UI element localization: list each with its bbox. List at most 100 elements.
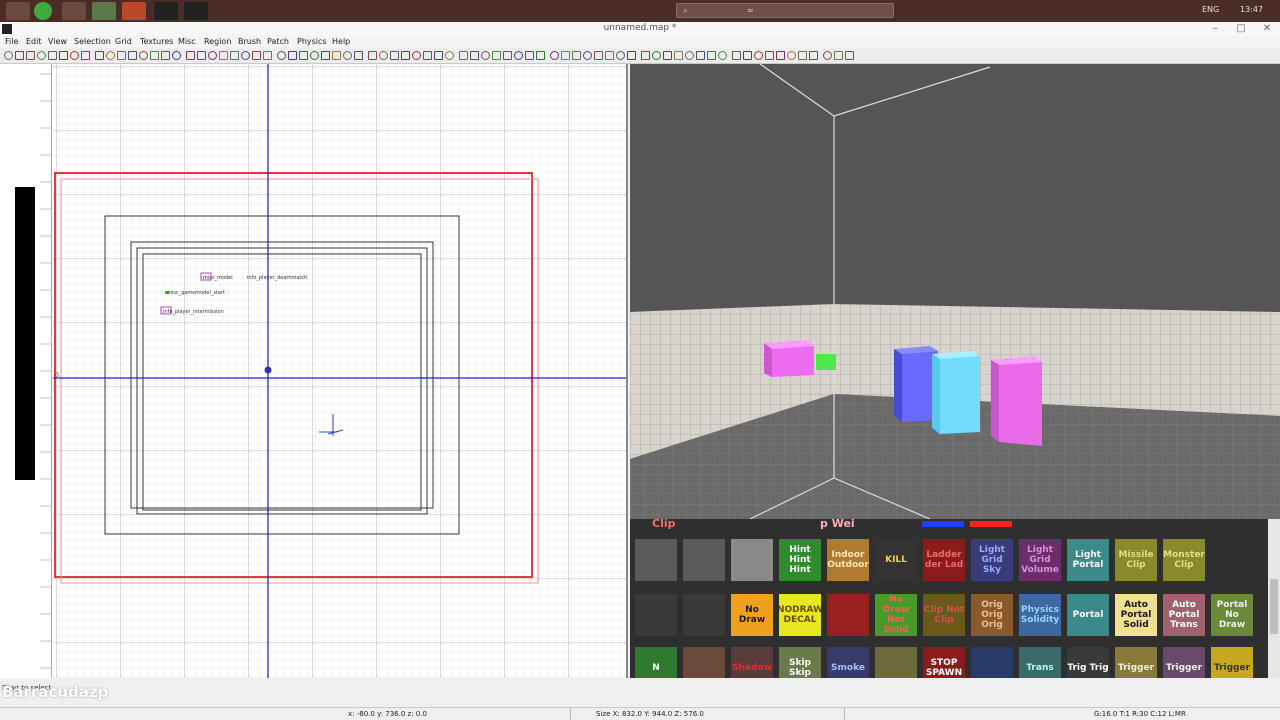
toolbar-tool-icon[interactable] xyxy=(277,51,286,60)
texture-tile[interactable] xyxy=(875,647,917,678)
texture-tile[interactable] xyxy=(683,539,725,581)
toolbar-tool-icon[interactable] xyxy=(696,51,705,60)
toolbar-tool-icon[interactable] xyxy=(401,51,410,60)
texture-tile[interactable]: Auto Portal Solid xyxy=(1115,594,1157,636)
app-icon-editor-2[interactable] xyxy=(184,2,208,20)
toolbar-tool-icon[interactable] xyxy=(161,51,170,60)
toolbar-tool-icon[interactable] xyxy=(106,51,115,60)
texture-scrollbar[interactable] xyxy=(1268,519,1280,678)
toolbar-tool-icon[interactable] xyxy=(354,51,363,60)
toolbar-tool-icon[interactable] xyxy=(150,51,159,60)
texture-tile[interactable]: No Draw xyxy=(731,594,773,636)
toolbar-tool-icon[interactable] xyxy=(685,51,694,60)
toolbar-tool-icon[interactable] xyxy=(379,51,388,60)
texture-tile[interactable]: Portal xyxy=(1067,594,1109,636)
texture-tile[interactable]: Orig Orig Orig xyxy=(971,594,1013,636)
toolbar-tool-icon[interactable] xyxy=(343,51,352,60)
toolbar-tool-icon[interactable] xyxy=(128,51,137,60)
texture-scrollbar-thumb[interactable] xyxy=(1270,579,1278,634)
texture-tile[interactable]: Auto Portal Trans xyxy=(1163,594,1205,636)
menu-patch[interactable]: Patch xyxy=(267,37,289,46)
menu-physics[interactable]: Physics xyxy=(297,37,327,46)
toolbar-tool-icon[interactable] xyxy=(732,51,741,60)
toolbar-tool-icon[interactable] xyxy=(241,51,250,60)
toolbar-tool-icon[interactable] xyxy=(641,51,650,60)
toolbar-tool-icon[interactable] xyxy=(823,51,832,60)
entity-block-pink[interactable] xyxy=(999,362,1042,446)
entity-block-cyan-side[interactable] xyxy=(932,354,940,434)
toolbar-tool-icon[interactable] xyxy=(310,51,319,60)
toolbar-tool-icon[interactable] xyxy=(139,51,148,60)
toolbar-tool-icon[interactable] xyxy=(368,51,377,60)
texture-tile[interactable] xyxy=(635,539,677,581)
toolbar-tool-icon[interactable] xyxy=(208,51,217,60)
texture-tile[interactable]: Clip Not Clip xyxy=(923,594,965,636)
texture-tile[interactable]: Skip Skip xyxy=(779,647,821,678)
toolbar-tool-icon[interactable] xyxy=(459,51,468,60)
toolbar-tool-icon[interactable] xyxy=(809,51,818,60)
app-icon-green[interactable] xyxy=(34,2,52,20)
menu-edit[interactable]: Edit xyxy=(26,37,42,46)
entity-block-green[interactable] xyxy=(816,354,836,370)
texture-tile[interactable] xyxy=(1211,539,1253,581)
toolbar-tool-icon[interactable] xyxy=(674,51,683,60)
menu-textures[interactable]: Textures xyxy=(140,37,173,46)
toolbar-tool-icon[interactable] xyxy=(776,51,785,60)
toolbar-tool-icon[interactable] xyxy=(572,51,581,60)
toolbar-tool-icon[interactable] xyxy=(743,51,752,60)
texture-tile[interactable]: Indoor Outdoor xyxy=(827,539,869,581)
toolbar-tool-icon[interactable] xyxy=(299,51,308,60)
texture-tile[interactable] xyxy=(827,594,869,636)
toolbar-tool-icon[interactable] xyxy=(594,51,603,60)
toolbar-tool-icon[interactable] xyxy=(616,51,625,60)
app-icon-explorer[interactable] xyxy=(62,2,86,20)
texture-tile[interactable]: Trans xyxy=(1019,647,1061,678)
toolbar-tool-icon[interactable] xyxy=(754,51,763,60)
toolbar-tool-icon[interactable] xyxy=(845,51,854,60)
toolbar-tool-icon[interactable] xyxy=(663,51,672,60)
texture-swatch-red[interactable] xyxy=(970,521,1012,527)
toolbar-tool-icon[interactable] xyxy=(252,51,261,60)
toolbar-tool-icon[interactable] xyxy=(787,51,796,60)
texture-browser[interactable]: Clip p Wei Hint Hint Hint Indoor Outdoor K… xyxy=(630,519,1280,678)
toolbar-tool-icon[interactable] xyxy=(434,51,443,60)
texture-tile[interactable]: N xyxy=(635,647,677,678)
menu-selection[interactable]: Selection xyxy=(74,37,111,46)
minimize-button[interactable]: – xyxy=(1202,22,1228,36)
texture-tile[interactable]: No Draw Not Solid xyxy=(875,594,917,636)
toolbar-tool-icon[interactable] xyxy=(514,51,523,60)
toolbar-tool-icon[interactable] xyxy=(605,51,614,60)
toolbar-tool-icon[interactable] xyxy=(288,51,297,60)
texture-tile[interactable] xyxy=(731,539,773,581)
texture-tile[interactable]: Physics Solidity xyxy=(1019,594,1061,636)
camera-marker[interactable] xyxy=(264,366,272,374)
app-icon-folder[interactable] xyxy=(92,2,116,20)
toolbar-tool-icon[interactable] xyxy=(26,51,35,60)
toolbar-tool-icon[interactable] xyxy=(186,51,195,60)
texture-tile[interactable] xyxy=(683,647,725,678)
toolbar-tool-icon[interactable] xyxy=(481,51,490,60)
toolbar-tool-icon[interactable] xyxy=(48,51,57,60)
texture-tile[interactable]: NODRAW DECAL xyxy=(779,594,821,636)
texture-tile[interactable]: Monster Clip xyxy=(1163,539,1205,581)
texture-tile[interactable]: Trigger xyxy=(1163,647,1205,678)
toolbar-tool-icon[interactable] xyxy=(15,51,24,60)
toolbar-tool-icon[interactable] xyxy=(492,51,501,60)
texture-tile[interactable]: STOP SPAWN xyxy=(923,647,965,678)
viewport-2d[interactable]: misc_model info_player_deathmatch misc_g… xyxy=(0,64,628,678)
entity-block-blue-side[interactable] xyxy=(894,349,902,422)
toolbar-tool-icon[interactable] xyxy=(81,51,90,60)
menu-grid[interactable]: Grid xyxy=(115,37,132,46)
toolbar-tool-icon[interactable] xyxy=(423,51,432,60)
toolbar-tool-icon[interactable] xyxy=(4,51,13,60)
toolbar-tool-icon[interactable] xyxy=(765,51,774,60)
menu-file[interactable]: File xyxy=(5,37,18,46)
toolbar-tool-icon[interactable] xyxy=(536,51,545,60)
menu-brush[interactable]: Brush xyxy=(238,37,261,46)
camera-view[interactable] xyxy=(630,64,1280,519)
entity-block-cyan[interactable] xyxy=(940,356,980,434)
toolbar-tool-icon[interactable] xyxy=(321,51,330,60)
toolbar-tool-icon[interactable] xyxy=(525,51,534,60)
texture-tile[interactable]: Light Portal xyxy=(1067,539,1109,581)
toolbar-tool-icon[interactable] xyxy=(219,51,228,60)
